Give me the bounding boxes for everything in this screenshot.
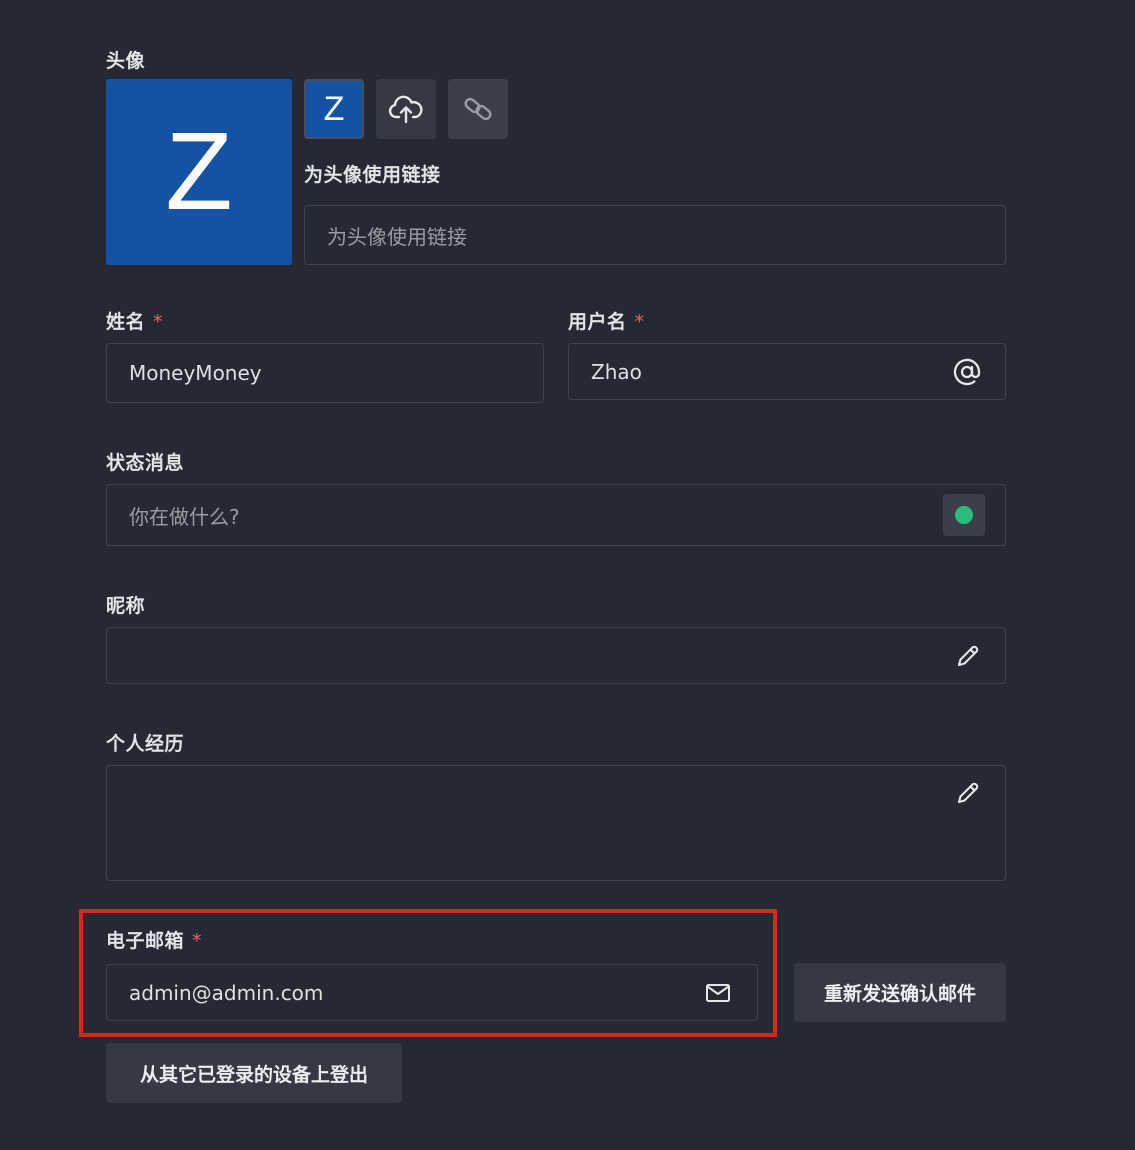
bio-textarea[interactable] — [106, 765, 1006, 881]
status-dot — [955, 506, 973, 524]
required-mark: * — [192, 930, 203, 952]
upload-avatar-button[interactable] — [376, 79, 436, 139]
email-input[interactable]: admin@admin.com — [106, 964, 758, 1021]
username-value: Zhao — [591, 359, 642, 384]
name-value: MoneyMoney — [129, 361, 262, 385]
avatar-link-placeholder: 为头像使用链接 — [327, 224, 467, 249]
nickname-label: 昵称 — [106, 595, 146, 617]
avatar-link-button[interactable] — [448, 79, 508, 139]
status-input[interactable]: 你在做什么? — [106, 484, 1006, 546]
status-label: 状态消息 — [106, 452, 185, 474]
email-label: 电子邮箱 * — [106, 930, 203, 952]
avatar-initial-button[interactable]: Z — [304, 79, 364, 139]
required-mark: * — [634, 311, 645, 333]
name-label: 姓名 * — [106, 311, 164, 333]
avatar-link-label: 为头像使用链接 — [304, 164, 441, 186]
username-input[interactable]: Zhao — [568, 343, 1006, 400]
resend-confirmation-button[interactable]: 重新发送确认邮件 — [794, 963, 1006, 1022]
nickname-input[interactable] — [106, 627, 1006, 684]
avatar-initial-letter: Z — [323, 89, 345, 128]
avatar-letter: Z — [165, 110, 233, 233]
bio-label: 个人经历 — [106, 733, 185, 755]
avatar-link-input[interactable]: 为头像使用链接 — [304, 205, 1006, 265]
pencil-icon — [955, 780, 981, 811]
username-label: 用户名 * — [568, 311, 645, 333]
avatar-label: 头像 — [106, 50, 146, 72]
name-input[interactable]: MoneyMoney — [106, 343, 544, 403]
status-placeholder: 你在做什么? — [129, 504, 240, 529]
status-indicator-button[interactable] — [943, 494, 985, 536]
pencil-icon — [955, 643, 981, 669]
cloud-upload-icon — [388, 95, 423, 124]
mail-icon — [705, 982, 731, 1004]
email-value: admin@admin.com — [129, 980, 324, 1005]
required-mark: * — [153, 311, 164, 333]
avatar-preview: Z — [106, 79, 292, 265]
link-icon — [464, 97, 492, 121]
at-icon — [953, 358, 981, 386]
logout-other-devices-button[interactable]: 从其它已登录的设备上登出 — [106, 1043, 402, 1103]
